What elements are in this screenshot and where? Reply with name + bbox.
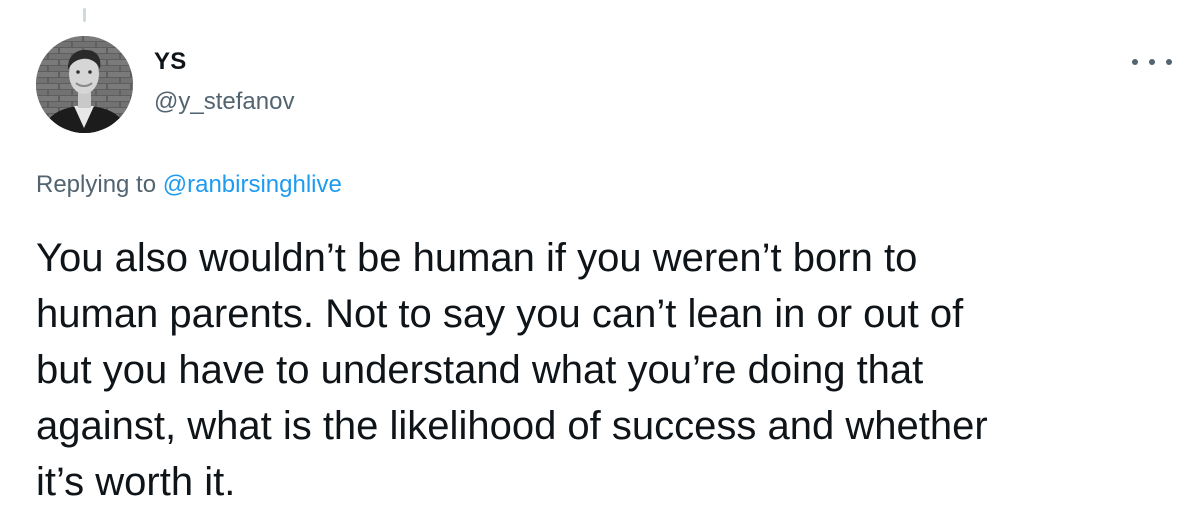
avatar[interactable] (36, 36, 133, 133)
avatar-photo (36, 36, 133, 133)
reply-context-prefix: Replying to (36, 171, 157, 198)
reply-mention-link[interactable]: @ranbirsinghlive (163, 171, 342, 198)
more-horizontal-icon (1132, 59, 1138, 65)
thread-connector-line (83, 8, 86, 22)
author-display-name[interactable]: YS (154, 48, 186, 76)
reply-context: Replying to @ranbirsinghlive (36, 170, 342, 200)
more-options-button[interactable] (1132, 52, 1172, 72)
more-horizontal-icon (1166, 59, 1172, 65)
author-handle[interactable]: @y_stefanov (154, 88, 294, 116)
more-horizontal-icon (1149, 59, 1155, 65)
tweet-text: You also wouldn’t be human if you weren’… (36, 236, 988, 504)
